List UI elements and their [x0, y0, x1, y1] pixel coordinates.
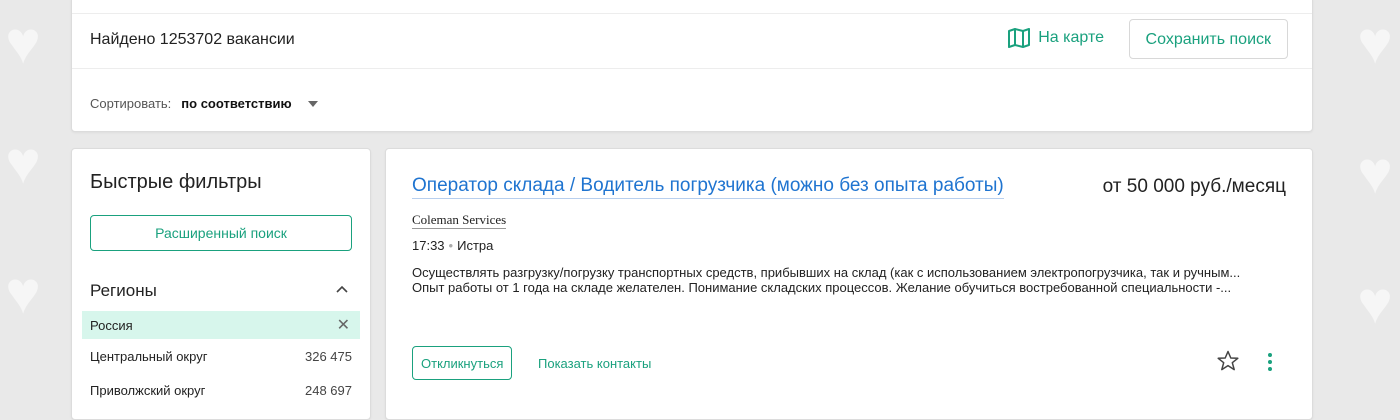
selected-region-label: Россия: [90, 318, 133, 333]
save-search-button[interactable]: Сохранить поиск: [1128, 19, 1288, 59]
vacancy-title-link[interactable]: Оператор склада / Водитель погрузчика (м…: [412, 175, 1004, 199]
background-heart-icon: ♥: [5, 9, 41, 76]
respond-button[interactable]: Откликнуться: [412, 346, 513, 380]
search-results-header: Найдено 1253702 вакансии На карте Сохран…: [71, 0, 1313, 132]
background-heart-icon: ♥: [1357, 139, 1393, 206]
chevron-up-icon[interactable]: [334, 281, 350, 297]
vacancy-meta: 17:33 • Истра: [412, 238, 494, 253]
background-heart-icon: ♥: [1357, 269, 1393, 336]
filters-title: Быстрые фильтры: [90, 171, 262, 193]
vacancy-description: Осуществлять разгрузку/погрузку транспор…: [412, 265, 1282, 295]
vacancy-time: 17:33: [412, 238, 445, 253]
background-heart-icon: ♥: [5, 129, 41, 196]
caret-down-icon[interactable]: [307, 100, 318, 107]
map-icon: [1008, 28, 1031, 48]
region-name: Приволжский округ: [90, 383, 206, 398]
more-vertical-icon[interactable]: [1266, 352, 1274, 372]
region-item[interactable]: Приволжский округ 248 697: [90, 383, 352, 398]
company-link[interactable]: Coleman Services: [412, 212, 507, 229]
advanced-search-button[interactable]: Расширенный поиск: [90, 215, 352, 251]
background-heart-icon: ♥: [1357, 9, 1393, 76]
sort-label: Сортировать:: [90, 96, 172, 111]
map-link[interactable]: На карте: [1008, 28, 1104, 48]
close-icon[interactable]: ✕: [337, 315, 350, 335]
sort-value[interactable]: по соответствию: [181, 96, 291, 111]
vacancy-card: Оператор склада / Водитель погрузчика (м…: [385, 148, 1313, 420]
regions-title: Регионы: [90, 281, 157, 300]
show-contacts-link[interactable]: Показать контакты: [538, 356, 651, 371]
vacancy-requirements: Опыт работы от 1 года на складе желателе…: [412, 280, 1232, 295]
region-count: 248 697: [305, 383, 352, 398]
vacancy-city: Истра: [457, 238, 494, 253]
quick-filters-panel: Быстрые фильтры Расширенный поиск Регион…: [71, 148, 371, 420]
background-heart-icon: ♥: [5, 259, 41, 326]
region-name: Центральный округ: [90, 349, 208, 364]
map-link-label: На карте: [1038, 29, 1104, 46]
vacancy-salary: от 50 000 руб./месяц: [1102, 176, 1286, 197]
region-count: 326 475: [305, 349, 352, 364]
regions-header[interactable]: Регионы: [90, 281, 352, 301]
sort-control[interactable]: Сортировать: по соответствию: [90, 96, 318, 111]
selected-region[interactable]: Россия ✕: [82, 311, 360, 339]
vacancy-duties: Осуществлять разгрузку/погрузку транспор…: [412, 265, 1241, 280]
results-summary-row: Найдено 1253702 вакансии На карте Сохран…: [72, 13, 1312, 69]
region-item[interactable]: Центральный округ 326 475: [90, 349, 352, 364]
star-icon[interactable]: [1216, 349, 1240, 373]
results-count: Найдено 1253702 вакансии: [90, 31, 295, 48]
